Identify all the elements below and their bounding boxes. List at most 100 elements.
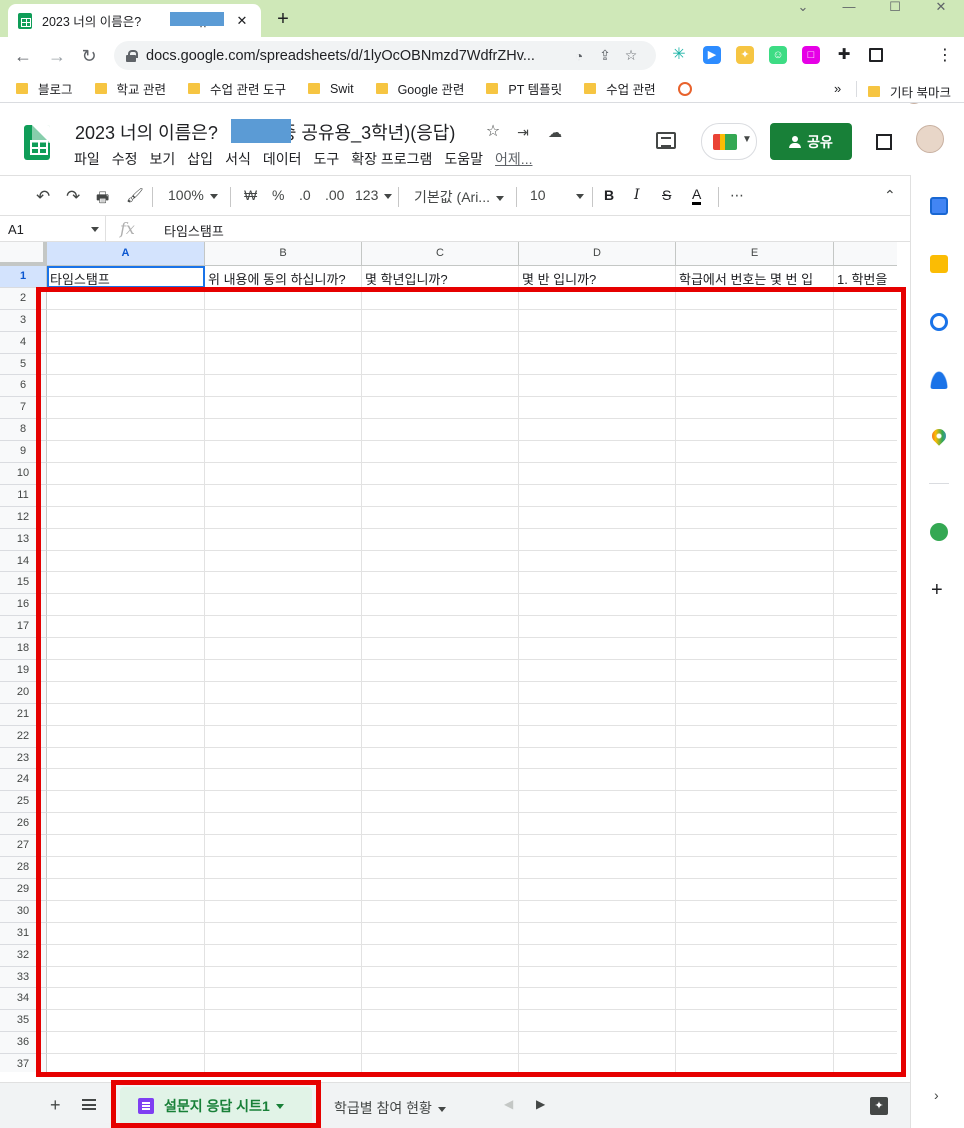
more-tools-button[interactable]: ⋯: [730, 187, 744, 204]
header-cell[interactable]: 학급에서 번호는 몇 번 입: [676, 266, 834, 288]
menu-help[interactable]: 도움말: [444, 149, 483, 169]
print-icon[interactable]: 🖶: [96, 187, 109, 211]
header-cell[interactable]: 1. 학번을: [834, 266, 897, 288]
bookmark-site[interactable]: [677, 81, 692, 96]
column-header[interactable]: A: [47, 242, 205, 266]
maximize-button[interactable]: ☐: [872, 0, 918, 16]
tab-search-icon[interactable]: ⌄: [780, 0, 826, 16]
header-cell[interactable]: 몇 반 입니까?: [519, 266, 676, 288]
avatar[interactable]: [916, 125, 944, 153]
menu-format[interactable]: 서식: [225, 149, 251, 169]
scroll-tabs-right-icon[interactable]: ▶: [536, 1097, 545, 1111]
all-sheets-menu-icon[interactable]: [82, 1099, 96, 1110]
bookmark-folder[interactable]: 학교 관련: [94, 79, 166, 98]
name-box[interactable]: A1: [0, 216, 106, 242]
comment-history-icon[interactable]: [656, 132, 676, 149]
bookmark-star-icon[interactable]: ☆: [618, 47, 644, 64]
formula-input[interactable]: 타임스탬프: [164, 221, 224, 240]
menu-edit[interactable]: 수정: [112, 149, 138, 169]
bookmark-folder[interactable]: 블로그: [16, 79, 73, 98]
header-cell[interactable]: 위 내용에 동의 하십니까?: [205, 266, 362, 288]
move-folder-icon[interactable]: ⇥: [512, 121, 534, 143]
calendar-icon[interactable]: [930, 197, 948, 215]
text-color-button[interactable]: A: [692, 187, 702, 205]
header-cell[interactable]: 몇 학년입니까?: [362, 266, 519, 288]
menu-view[interactable]: 보기: [150, 149, 176, 169]
extension-zoom-icon[interactable]: ▶: [703, 46, 721, 64]
column-header[interactable]: E: [676, 242, 834, 266]
extension-robot-icon[interactable]: ☺: [769, 46, 787, 64]
last-edit-link[interactable]: 어제...: [495, 149, 532, 169]
italic-button[interactable]: I: [634, 187, 640, 203]
back-icon[interactable]: ←: [12, 45, 34, 67]
column-header[interactable]: B: [205, 242, 362, 266]
row-header[interactable]: 1: [0, 266, 47, 288]
star-icon[interactable]: ☆: [482, 121, 504, 143]
explore-icon[interactable]: ✦: [870, 1097, 888, 1115]
menu-insert[interactable]: 삽입: [187, 149, 213, 169]
bookmark-folder[interactable]: Google 관련: [375, 79, 464, 98]
bookmark-folder[interactable]: 수업 관련 도구: [188, 79, 286, 98]
currency-format-button[interactable]: ₩: [244, 187, 257, 203]
share-page-icon[interactable]: ⇪: [592, 47, 618, 64]
undo-icon[interactable]: ↶: [36, 187, 50, 207]
menu-file[interactable]: 파일: [74, 149, 100, 169]
add-sheet-button[interactable]: +: [50, 1095, 61, 1116]
font-size-select[interactable]: 10: [530, 187, 584, 203]
reload-icon[interactable]: ↻: [78, 45, 100, 67]
redo-icon[interactable]: ↷: [66, 187, 80, 207]
chrome-menu-icon[interactable]: ⋮: [934, 45, 956, 67]
close-tab-icon[interactable]: ✕: [233, 12, 251, 30]
close-window-button[interactable]: ✕: [918, 0, 964, 16]
contacts-icon[interactable]: [930, 371, 948, 389]
font-family-select[interactable]: 기본값 (Ari...: [414, 187, 504, 207]
minimize-button[interactable]: —: [826, 0, 872, 16]
column-header[interactable]: [834, 242, 897, 266]
toolbar-divider: [398, 187, 399, 207]
bookmark-folder[interactable]: Swit: [307, 82, 354, 96]
get-addons-icon[interactable]: +: [931, 579, 943, 602]
collapse-toolbar-icon[interactable]: ⌃: [884, 187, 896, 204]
chevron-right-icon[interactable]: ›: [934, 1087, 939, 1103]
new-tab-button[interactable]: +: [272, 8, 294, 30]
meet-button[interactable]: ▼: [701, 123, 757, 160]
header-cell[interactable]: 타임스탬프: [47, 266, 205, 288]
extension-square-icon[interactable]: □: [802, 46, 820, 64]
keep-icon[interactable]: [930, 255, 948, 273]
sheet-tab-participation[interactable]: 학급별 참여 현황: [334, 1098, 446, 1118]
select-all-corner[interactable]: [0, 242, 47, 266]
strikethrough-button[interactable]: S: [662, 187, 671, 203]
side-panel-toggle-icon[interactable]: [876, 134, 892, 150]
maps-icon[interactable]: [929, 426, 949, 446]
number-format-select[interactable]: 123: [355, 187, 393, 203]
performance-icon[interactable]: ◔: [566, 48, 592, 64]
forward-icon[interactable]: →: [46, 45, 68, 67]
browser-tab[interactable]: 2023 너의 이름은?유 ✕: [8, 4, 261, 37]
decrease-decimal-button[interactable]: .0: [299, 187, 311, 203]
addon-icon[interactable]: [930, 523, 948, 541]
address-bar[interactable]: docs.google.com/spreadsheets/d/1lyOcOBNm…: [114, 41, 656, 70]
column-header[interactable]: C: [362, 242, 519, 266]
paint-format-icon[interactable]: 🖌: [126, 187, 144, 204]
zoom-select[interactable]: 100%: [168, 187, 218, 203]
extensions-puzzle-icon[interactable]: ✚: [835, 46, 853, 64]
scroll-tabs-left-icon[interactable]: ◀: [504, 1097, 513, 1111]
menu-extensions[interactable]: 확장 프로그램: [351, 149, 432, 169]
document-title[interactable]: 2023 너의 이름은? 중 공유용_3학년)(응답): [75, 119, 455, 145]
side-panel-icon[interactable]: [869, 48, 883, 62]
extension-keep-icon[interactable]: ✦: [736, 46, 754, 64]
share-button[interactable]: 공유: [770, 123, 852, 160]
increase-decimal-button[interactable]: .00: [325, 187, 344, 203]
bookmark-folder[interactable]: 수업 관련: [584, 79, 656, 98]
percent-format-button[interactable]: %: [272, 187, 284, 203]
menu-data[interactable]: 데이터: [263, 149, 302, 169]
tasks-icon[interactable]: [930, 313, 948, 331]
sheets-logo-icon[interactable]: [24, 125, 50, 160]
bold-button[interactable]: B: [604, 187, 614, 203]
menu-tools[interactable]: 도구: [313, 149, 339, 169]
extension-snowflake-icon[interactable]: ✳: [670, 46, 688, 64]
other-bookmarks-folder[interactable]: 기타 북마크: [868, 82, 951, 101]
bookmark-folder[interactable]: PT 템플릿: [486, 79, 562, 98]
bookmarks-more-button[interactable]: »: [834, 81, 841, 96]
column-header[interactable]: D: [519, 242, 676, 266]
